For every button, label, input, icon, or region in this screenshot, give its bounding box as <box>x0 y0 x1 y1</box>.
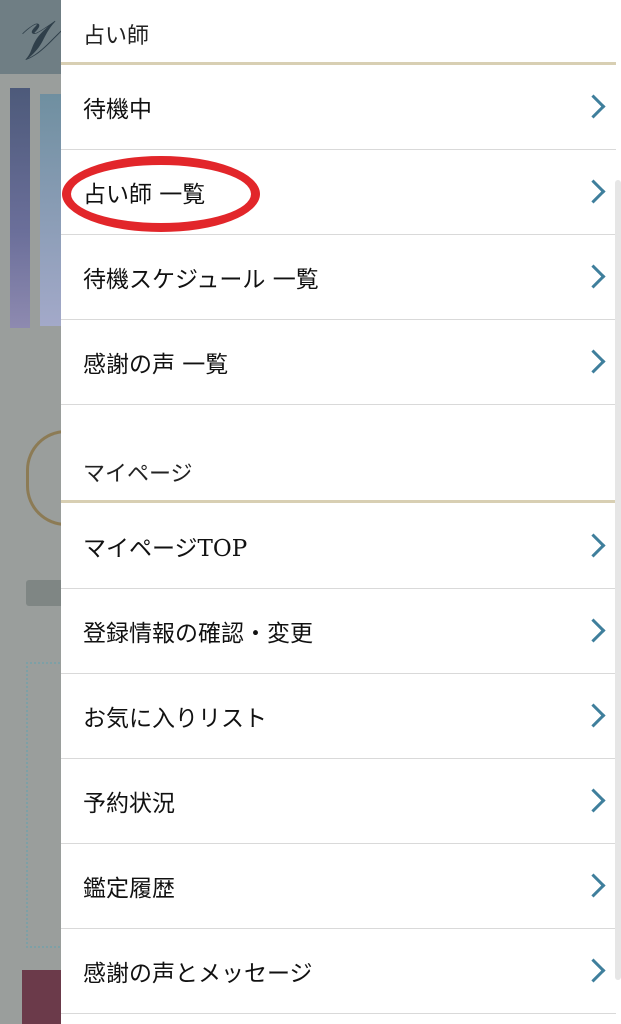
background-image <box>10 88 30 328</box>
chevron-right-icon <box>581 788 606 813</box>
menu-item-thanks-list[interactable]: 感謝の声 一覧 <box>61 320 616 405</box>
menu-item-label: 待機中 <box>83 97 152 123</box>
chevron-right-icon <box>581 349 606 374</box>
menu-item-label: お気に入りリスト <box>83 706 267 732</box>
section-header-mypage: マイページ <box>61 406 616 503</box>
menu-item-mypage-top[interactable]: マイページTOP <box>61 504 616 589</box>
section-title: マイページ <box>83 462 193 487</box>
menu-item-label: 感謝の声とメッセージ <box>83 961 313 987</box>
background-frame <box>26 662 64 948</box>
chevron-right-icon <box>581 958 606 983</box>
chevron-right-icon <box>581 533 606 558</box>
background-ribbon <box>22 970 62 1024</box>
menu-item-label: マイページTOP <box>83 536 248 562</box>
menu-item-waiting[interactable]: 待機中 <box>61 65 616 150</box>
page: 𝒱 占い師 待機中 占い師 一覧 待機スケジュール 一覧 感謝の声 一覧 マイペ… <box>0 0 621 1024</box>
chevron-right-icon <box>581 94 606 119</box>
section-header-fortune-tellers: 占い師 <box>61 0 616 65</box>
background-chip <box>26 580 64 606</box>
scrollbar[interactable] <box>615 180 621 980</box>
menu-item-account-settings[interactable]: 登録情報の確認・変更 <box>61 589 616 674</box>
chevron-right-icon <box>581 873 606 898</box>
chevron-right-icon <box>581 703 606 728</box>
menu-item-label: 感謝の声 一覧 <box>83 352 229 378</box>
chevron-right-icon <box>581 179 606 204</box>
background-image <box>40 94 62 326</box>
section-title: 占い師 <box>83 24 150 49</box>
menu-item-label: 占い師 一覧 <box>83 182 206 208</box>
background-logo: 𝒱 <box>14 8 61 73</box>
menu-item-label: 待機スケジュール 一覧 <box>83 267 319 293</box>
chevron-right-icon <box>581 618 606 643</box>
menu-item-label: 予約状況 <box>83 791 175 817</box>
menu-item-favorites[interactable]: お気に入りリスト <box>61 674 616 759</box>
menu-item-thanks-messages[interactable]: 感謝の声とメッセージ <box>61 929 616 1014</box>
menu-item-label: 鑑定履歴 <box>83 876 175 902</box>
menu-item-reading-history[interactable]: 鑑定履歴 <box>61 844 616 929</box>
chevron-right-icon <box>581 264 606 289</box>
menu-item-label: 登録情報の確認・変更 <box>83 621 313 647</box>
menu-item-reservations[interactable]: 予約状況 <box>61 759 616 844</box>
navigation-drawer: 占い師 待機中 占い師 一覧 待機スケジュール 一覧 感謝の声 一覧 マイページ… <box>61 0 621 1024</box>
menu-item-schedule-list[interactable]: 待機スケジュール 一覧 <box>61 235 616 320</box>
menu-item-fortune-teller-list[interactable]: 占い師 一覧 <box>61 150 616 235</box>
